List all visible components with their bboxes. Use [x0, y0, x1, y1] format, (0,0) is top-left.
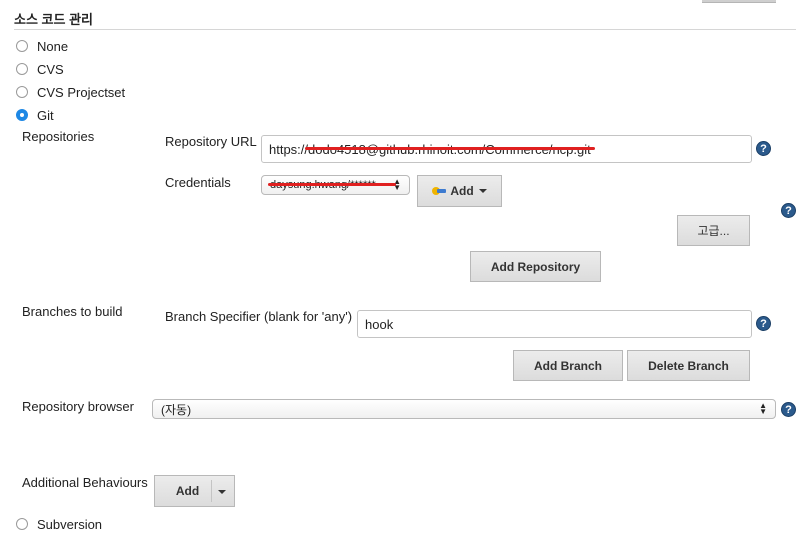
- scm-option-cvs[interactable]: CVS: [16, 60, 64, 78]
- branch-specifier-value: hook: [365, 316, 394, 332]
- repository-url-label: Repository URL: [165, 134, 257, 149]
- repository-browser-value: (자동): [161, 402, 192, 417]
- radio-label-git: Git: [37, 107, 54, 123]
- caret-down-icon: [218, 490, 226, 494]
- caret-down-icon: [478, 189, 487, 193]
- redaction-mark-url: [305, 147, 595, 150]
- split-divider: [211, 480, 212, 502]
- radio-cvs-projectset[interactable]: [16, 86, 28, 98]
- add-branch-label: Add Branch: [533, 358, 602, 373]
- additional-behaviours-add-button[interactable]: Add: [154, 475, 235, 507]
- radio-none[interactable]: [16, 40, 28, 52]
- radio-git[interactable]: [16, 109, 28, 121]
- repository-browser-select[interactable]: (자동) ▲ ▼: [152, 399, 776, 419]
- credentials-label: Credentials: [165, 175, 231, 190]
- redaction-mark-credentials: [268, 183, 396, 186]
- radio-subversion[interactable]: [16, 518, 28, 530]
- scm-option-cvs-projectset[interactable]: CVS Projectset: [16, 83, 125, 101]
- radio-label-none: None: [37, 38, 69, 54]
- add-repository-button[interactable]: Add Repository: [470, 251, 601, 282]
- scm-option-subversion[interactable]: Subversion: [16, 515, 102, 533]
- advanced-button[interactable]: 고급...: [677, 215, 750, 246]
- help-icon-repository-url[interactable]: ?: [756, 141, 771, 156]
- radio-label-subversion: Subversion: [37, 516, 103, 532]
- section-divider: [14, 29, 796, 30]
- repository-browser-label: Repository browser: [22, 399, 134, 414]
- key-icon: [432, 187, 447, 195]
- add-branch-button[interactable]: Add Branch: [513, 350, 623, 381]
- additional-behaviours-label: Additional Behaviours: [22, 475, 148, 490]
- branch-specifier-input[interactable]: hook: [357, 310, 752, 338]
- repositories-label: Repositories: [22, 129, 95, 144]
- select-arrows-icon: ▲ ▼: [759, 401, 767, 416]
- branch-specifier-label: Branch Specifier (blank for 'any'): [165, 309, 353, 324]
- section-title: 소스 코드 관리: [14, 12, 93, 27]
- scm-option-none[interactable]: None: [16, 37, 68, 55]
- branches-label: Branches to build: [22, 304, 123, 319]
- additional-add-label: Add: [175, 484, 200, 498]
- top-button-edge: [702, 0, 776, 3]
- credentials-add-button[interactable]: Add: [417, 175, 502, 207]
- advanced-label: 고급...: [697, 224, 730, 238]
- scm-option-git[interactable]: Git: [16, 106, 54, 124]
- help-icon-repository-browser[interactable]: ?: [781, 402, 796, 417]
- add-repository-label: Add Repository: [490, 259, 581, 274]
- delete-branch-label: Delete Branch: [648, 358, 729, 373]
- radio-label-cvs: CVS: [37, 61, 64, 77]
- credentials-add-label: Add: [450, 184, 474, 198]
- radio-label-cvs-projectset: CVS Projectset: [37, 84, 126, 100]
- delete-branch-button[interactable]: Delete Branch: [627, 350, 750, 381]
- radio-cvs[interactable]: [16, 63, 28, 75]
- help-icon-repositories[interactable]: ?: [781, 203, 796, 218]
- help-icon-branch-specifier[interactable]: ?: [756, 316, 771, 331]
